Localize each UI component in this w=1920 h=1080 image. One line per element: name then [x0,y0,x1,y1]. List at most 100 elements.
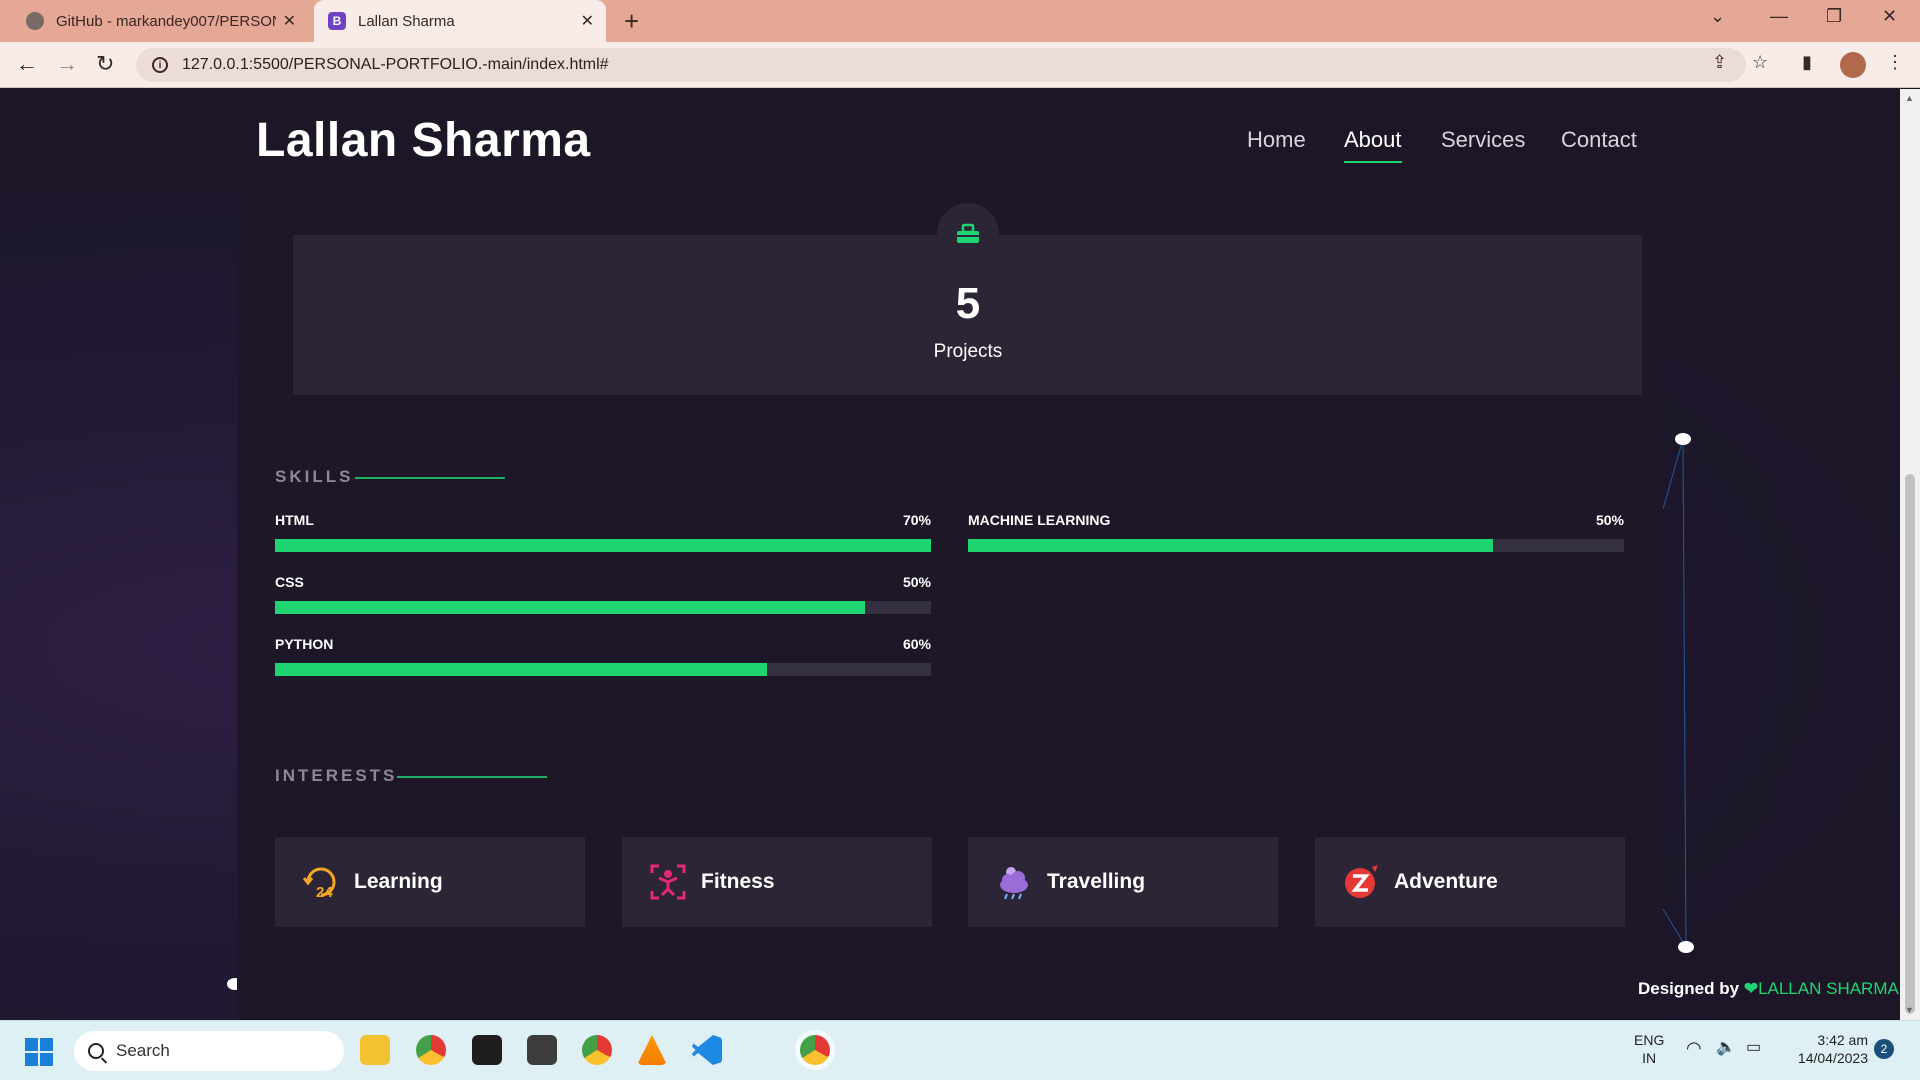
interest-label: Fitness [701,870,775,893]
skill-bar-fill [275,601,866,614]
toolbox-icon [937,203,999,265]
tab-title: Lallan Sharma [358,12,455,30]
clock-time: 3:42 am [1817,1032,1868,1048]
close-tab-icon[interactable]: ✕ [581,11,594,31]
nav-services[interactable]: Services [1441,127,1525,153]
side-panel-icon[interactable]: ▮ [1802,52,1812,73]
windows-taskbar: Search ENG IN ◠ 🔈 ▭ 3:42 am 14/04/2023 [0,1020,1920,1080]
nav-contact[interactable]: Contact [1561,127,1637,153]
battery-icon[interactable]: ▭ [1746,1039,1761,1057]
command-prompt-icon[interactable] [527,1035,557,1065]
interest-label: Travelling [1047,870,1146,893]
restore-icon[interactable]: ❐ [1826,6,1842,27]
vlc-icon[interactable] [637,1035,667,1065]
windows-start-icon[interactable] [24,1037,54,1067]
bootstrap-favicon-icon: B [328,12,346,30]
skill-bar-fill [275,539,931,552]
taskbar-search-input[interactable]: Search [74,1031,344,1071]
share-icon[interactable]: ⇪ [1712,52,1727,73]
minimize-icon[interactable]: — [1770,6,1788,27]
page-viewport: Lallan Sharma Home About Services Contac… [0,89,1900,1020]
search-icon [88,1043,104,1059]
interest-learning[interactable]: 24 Learning [275,837,585,927]
skill-percent: 70% [902,512,931,528]
heart-icon: ❤ [1743,979,1759,998]
tab-search-chevron-icon[interactable]: ⌄ [1710,6,1725,27]
interest-adventure[interactable]: Adventure [1315,837,1625,927]
site-info-icon[interactable]: i [152,57,168,73]
designed-by-credit: Designed by ❤LALLAN SHARMA [1638,979,1899,999]
skill-percent: 50% [1595,512,1624,528]
skill-percent: 60% [902,636,931,652]
nav-about[interactable]: About [1344,127,1402,163]
projects-count: 5 [955,279,981,328]
cloud-weather-icon [1000,867,1028,900]
scroll-down-icon[interactable]: ▼ [1905,1005,1914,1015]
close-tab-icon[interactable]: ✕ [283,11,296,31]
interests-heading-line [397,776,547,778]
profile-avatar[interactable] [1840,52,1866,78]
tab-lallan-sharma[interactable]: B Lallan Sharma ✕ [314,0,606,42]
skill-bar [275,663,931,676]
clock[interactable]: 3:42 am 14/04/2023 [1784,1031,1868,1067]
url-text: 127.0.0.1:5500/PERSONAL-PORTFOLIO.-main/… [182,56,609,73]
skill-bar-fill [275,663,767,676]
nav-home[interactable]: Home [1247,127,1306,153]
new-tab-icon[interactable]: + [624,6,639,37]
credit-author[interactable]: LALLAN SHARMA [1758,979,1899,998]
skills-heading: SKILLS [275,467,354,486]
vscode-icon[interactable] [692,1035,722,1065]
file-explorer-icon[interactable] [360,1035,390,1065]
bookmark-star-icon[interactable]: ☆ [1752,52,1768,73]
forward-icon[interactable]: → [56,51,78,77]
interest-label: Learning [354,870,443,893]
url-input[interactable]: i 127.0.0.1:5500/PERSONAL-PORTFOLIO.-mai… [136,48,1746,82]
skill-bar-fill [968,539,1493,552]
site-logo[interactable]: Lallan Sharma [256,113,591,168]
skill-bar [968,539,1624,552]
skill-percent: 50% [902,574,931,590]
credit-prefix: Designed by [1638,979,1744,998]
chrome-icon[interactable] [416,1035,446,1065]
tab-title: GitHub - markandey007/PERSONAL-PORTFOLIO… [56,12,276,30]
address-bar: ← → ↻ i 127.0.0.1:5500/PERSONAL-PORTFOLI… [0,42,1920,88]
region-label: IN [1642,1050,1657,1066]
reload-icon[interactable]: ↻ [96,51,114,77]
adventure-icon [1345,865,1378,898]
skill-name: CSS [275,574,304,590]
browser-tab-bar: GitHub - markandey007/PERSONAL-PORTFOLIO… [0,0,1920,42]
scroll-up-icon[interactable]: ▲ [1905,93,1914,103]
interests-heading: INTERESTS [275,766,398,785]
skill-name: PYTHON [275,636,334,652]
tab-github[interactable]: GitHub - markandey007/PERSONAL-PORTFOLIO… [8,0,308,42]
skill-name: HTML [275,512,314,528]
search-placeholder: Search [116,1041,170,1060]
skill-bar [275,539,931,552]
language-label: ENG [1634,1032,1665,1048]
speaker-muted-icon[interactable]: 🔈 [1716,1039,1736,1057]
svg-text:24: 24 [316,884,333,901]
interest-fitness[interactable]: Fitness [622,837,932,927]
terminal-icon[interactable] [472,1035,502,1065]
chrome-profile-icon[interactable] [582,1035,612,1065]
chrome-active-icon[interactable] [800,1035,830,1065]
page-scrollbar[interactable]: ▲ ▼ [1900,89,1920,1020]
projects-label: Projects [933,341,1003,362]
interest-travelling[interactable]: Travelling [968,837,1278,927]
back-icon[interactable]: ← [16,51,38,77]
language-indicator[interactable]: ENG IN [1634,1031,1664,1067]
site-header: Lallan Sharma Home About Services Contac… [0,89,1900,189]
skill-bar [275,601,931,614]
github-favicon-icon [26,12,44,30]
menu-kebab-icon[interactable]: ⋮ [1886,52,1904,73]
scrollbar-thumb[interactable] [1905,474,1915,1014]
interest-label: Adventure [1394,870,1498,893]
notification-badge[interactable]: 2 [1874,1039,1894,1059]
wifi-icon[interactable]: ◠ [1686,1039,1702,1057]
close-window-icon[interactable]: ✕ [1882,6,1897,27]
24-hours-icon: 24 [302,867,336,901]
fitness-icon [650,864,686,900]
skills-heading-line [355,477,505,479]
clock-date: 14/04/2023 [1797,1050,1868,1066]
skill-name: MACHINE LEARNING [968,512,1111,528]
